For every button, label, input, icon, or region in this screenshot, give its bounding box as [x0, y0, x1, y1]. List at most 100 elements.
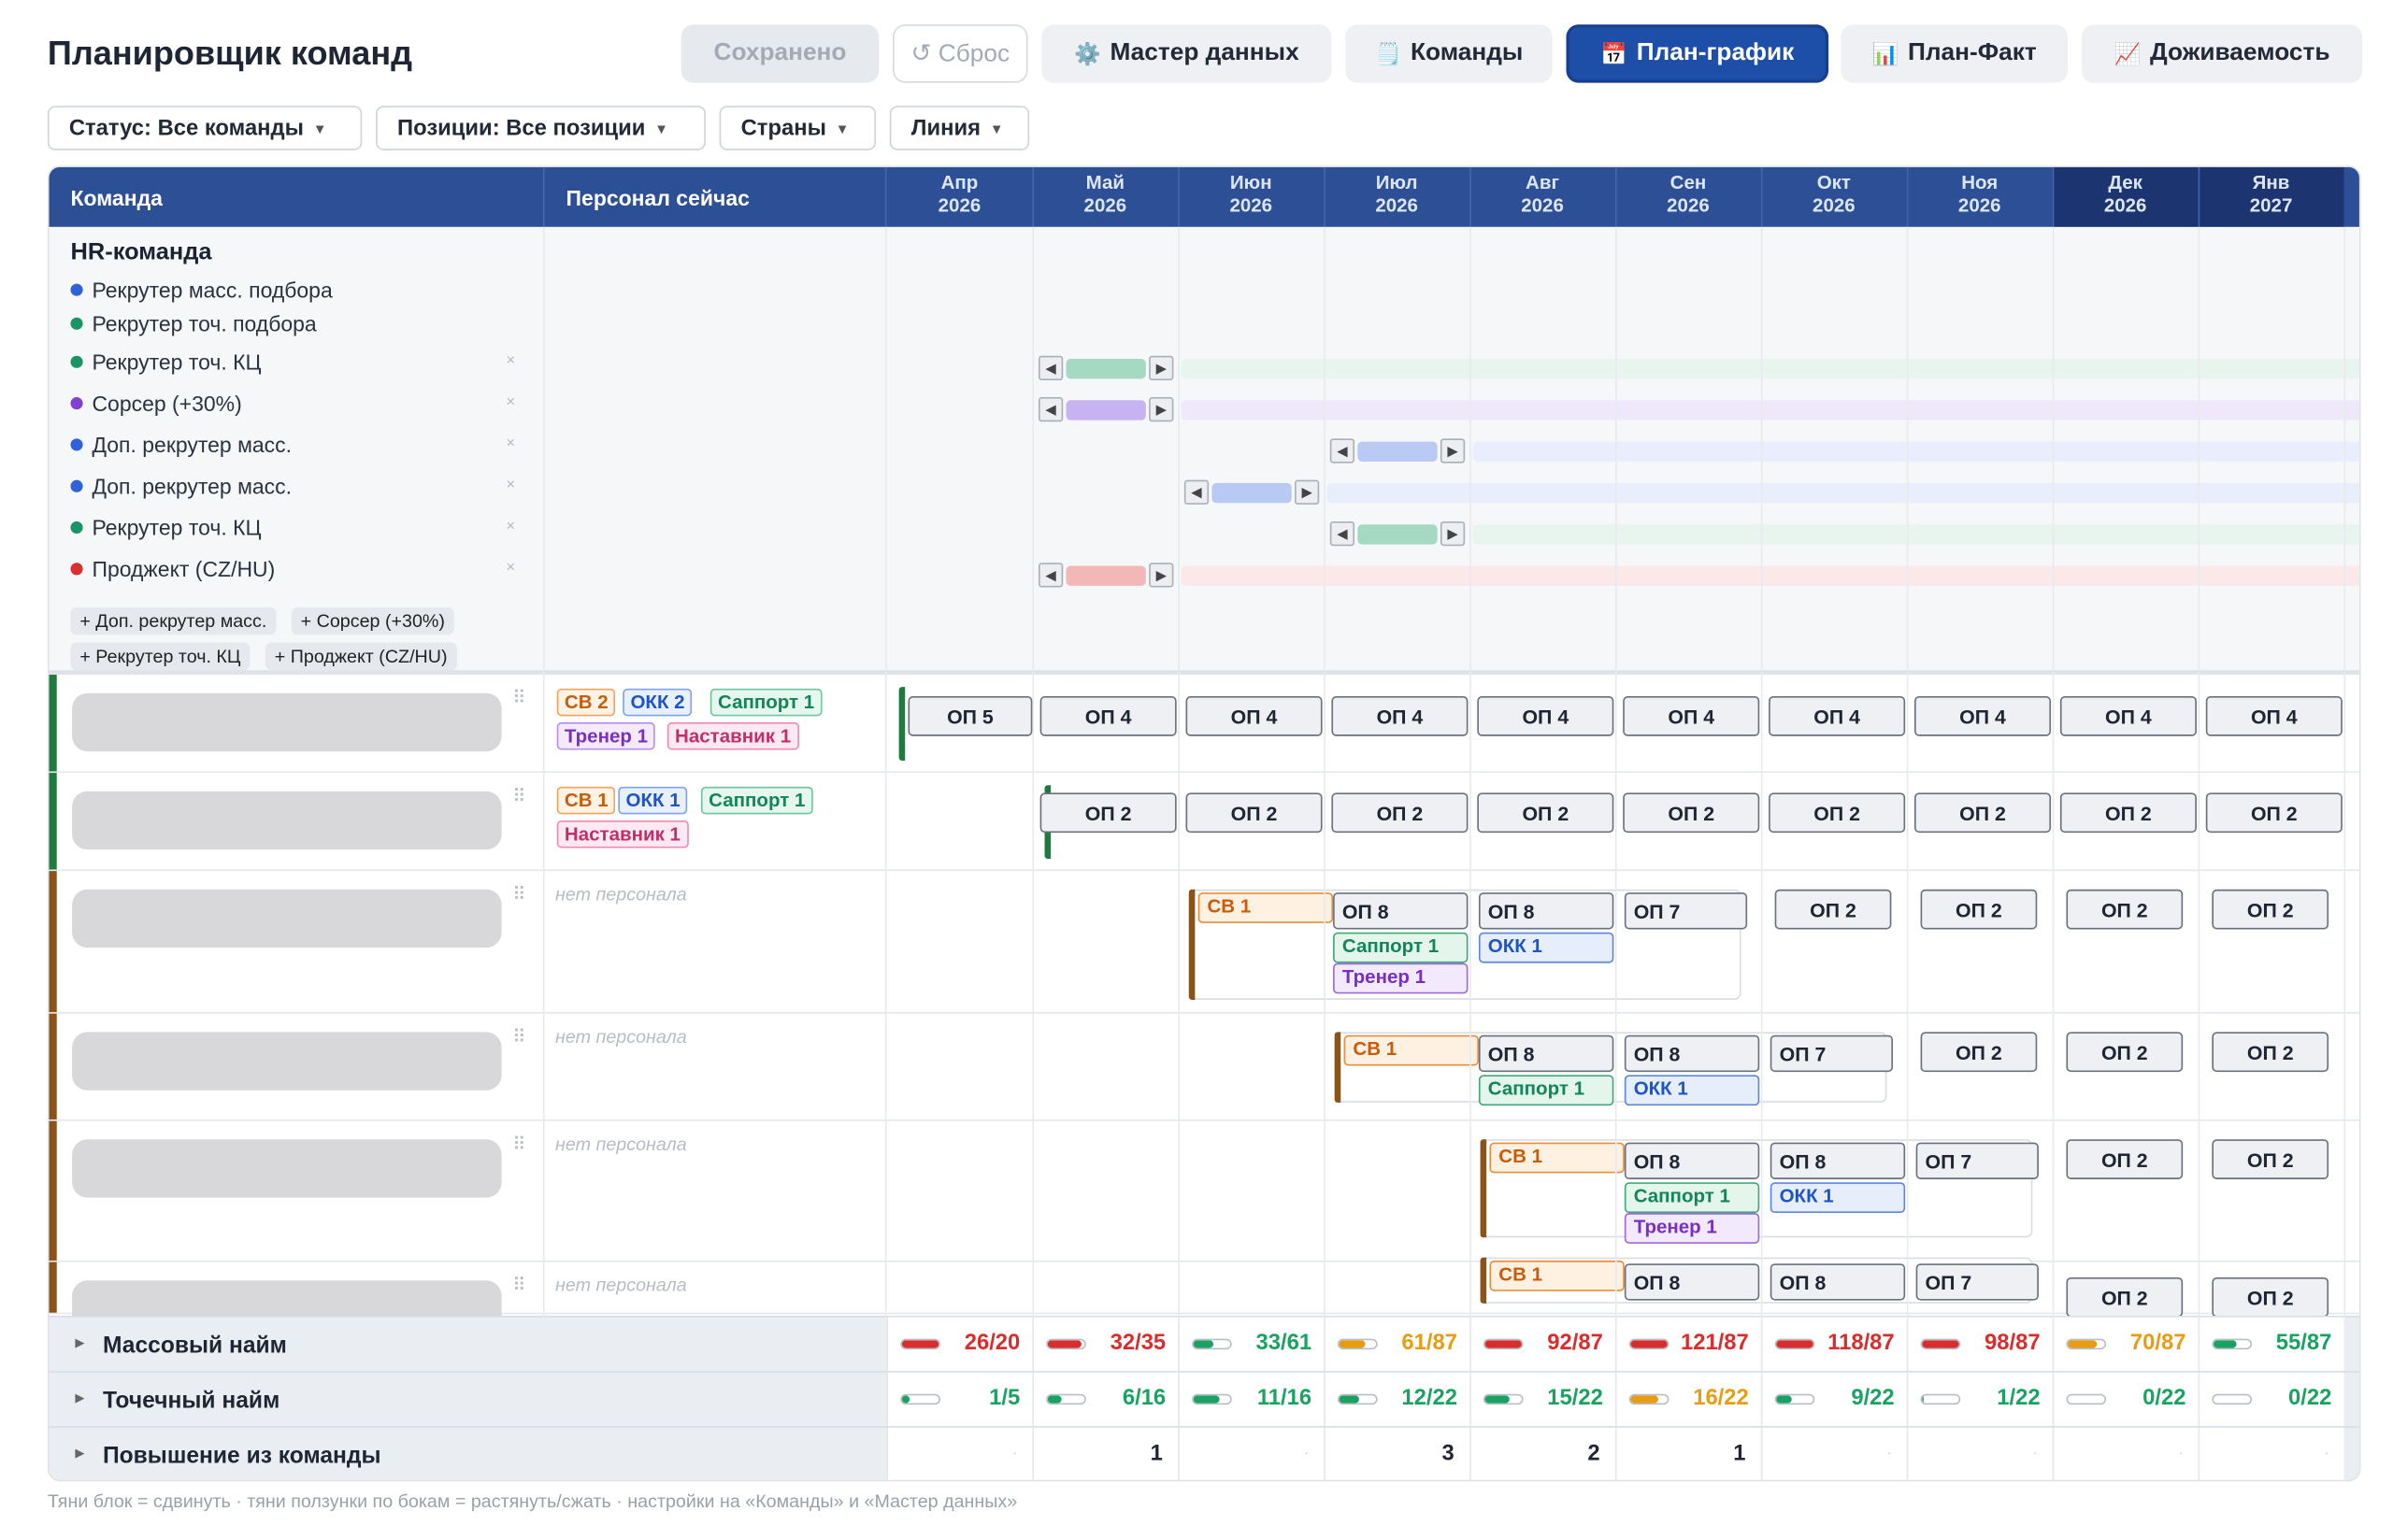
plan-cell[interactable]: ОП 5 [908, 696, 1033, 736]
plan-cell[interactable]: ОП 2 [1477, 792, 1614, 834]
ramp-plan-cell[interactable]: ОП 7 [1915, 1263, 2039, 1301]
team-name-placeholder[interactable] [72, 791, 502, 850]
teams-button[interactable]: 🗒️ Команды [1345, 24, 1553, 83]
expand-arrow-icon[interactable]: ▶ [75, 1335, 84, 1349]
plan-cell[interactable]: ОП 4 [2059, 696, 2197, 736]
plan-cell[interactable]: ОП 4 [1623, 696, 1760, 736]
ramp-role-cell[interactable]: ОКК 1 [1478, 932, 1614, 963]
right-resize-handle[interactable]: ▶ [1295, 479, 1320, 505]
ramp-plan-cell[interactable]: ОП 8 [1478, 1034, 1614, 1073]
ramp-role-cell[interactable]: СВ 1 [1489, 1260, 1625, 1291]
remove-icon[interactable]: × [507, 435, 516, 452]
remove-icon[interactable]: × [507, 352, 516, 369]
survival-button[interactable]: 📈 Доживаемость [2081, 24, 2363, 83]
ramp-role-cell[interactable]: Тренер 1 [1333, 962, 1469, 994]
add-position-chip[interactable]: + Проджект (CZ/HU) [265, 642, 457, 671]
right-resize-handle[interactable]: ▶ [1149, 355, 1174, 380]
drag-handle-icon[interactable]: ⠿ [512, 1134, 525, 1155]
plan-cell[interactable]: ОП 2 [2212, 1032, 2329, 1073]
team-name-placeholder[interactable] [72, 692, 502, 752]
plan-cell[interactable]: ОП 2 [2066, 1032, 2184, 1073]
plan-cell[interactable]: ОП 2 [1774, 889, 1892, 930]
plan-cell[interactable]: ОП 2 [1185, 792, 1323, 834]
add-position-chip[interactable]: + Доп. рекрутер масс. [70, 606, 277, 635]
plan-cell[interactable]: ОП 2 [2066, 1276, 2184, 1318]
ramp-plan-cell[interactable]: ОП 7 [1770, 1034, 1894, 1073]
plan-cell[interactable]: ОП 2 [1914, 792, 2052, 834]
left-resize-handle[interactable]: ◀ [1038, 355, 1064, 380]
left-resize-handle[interactable]: ◀ [1329, 438, 1355, 463]
ramp-role-cell[interactable]: Тренер 1 [1624, 1213, 1760, 1244]
ramp-role-cell[interactable]: СВ 1 [1197, 892, 1334, 923]
add-position-chip[interactable]: + Рекрутер точ. КЦ [70, 642, 251, 671]
plan-cell[interactable]: ОП 2 [2212, 1139, 2329, 1179]
plan-cell[interactable]: ОП 4 [1914, 696, 2052, 736]
positions-filter[interactable]: Позиции: Все позиции ▼ [376, 106, 706, 150]
position-bar[interactable] [1066, 400, 1146, 421]
plan-cell[interactable]: ОП 2 [1623, 792, 1760, 834]
expand-arrow-icon[interactable]: ▶ [75, 1390, 84, 1405]
right-resize-handle[interactable]: ▶ [1440, 438, 1466, 463]
plan-cell[interactable]: ОП 2 [1769, 792, 1906, 834]
expand-arrow-icon[interactable]: ▶ [75, 1446, 84, 1460]
team-name-placeholder[interactable] [72, 1032, 502, 1091]
status-filter[interactable]: Статус: Все команды ▼ [47, 106, 363, 150]
plan-fact-button[interactable]: 📊 План-Факт [1841, 24, 2069, 83]
summary-row[interactable]: ▶ Повышение из команды · 1 · 3 2 1 · · · · [49, 1426, 2359, 1480]
saved-button[interactable]: Сохранено [681, 24, 880, 83]
reset-button[interactable]: ↺ Сброс [893, 24, 1028, 83]
ramp-plan-cell[interactable]: ОП 8 [1770, 1263, 1906, 1301]
plan-cell[interactable]: ОП 2 [2059, 792, 2197, 834]
position-bar[interactable] [1211, 482, 1292, 504]
ramp-role-cell[interactable]: Саппорт 1 [1624, 1182, 1760, 1214]
plan-cell[interactable]: ОП 2 [2066, 1139, 2184, 1179]
plan-cell[interactable]: ОП 2 [2212, 1276, 2329, 1318]
ramp-role-cell[interactable]: Саппорт 1 [1333, 932, 1469, 963]
team-name-placeholder[interactable] [72, 1139, 502, 1198]
ramp-plan-cell[interactable]: ОП 8 [1624, 1263, 1760, 1301]
left-resize-handle[interactable]: ◀ [1329, 520, 1355, 547]
plan-cell[interactable]: ОП 4 [1477, 696, 1614, 736]
drag-handle-icon[interactable]: ⠿ [512, 785, 525, 806]
left-resize-handle[interactable]: ◀ [1038, 397, 1064, 422]
drag-handle-icon[interactable]: ⠿ [512, 687, 525, 708]
master-data-button[interactable]: ⚙️ Мастер данных [1041, 24, 1332, 83]
drag-handle-icon[interactable]: ⠿ [512, 1026, 525, 1048]
plan-cell[interactable]: ОП 4 [1331, 696, 1469, 736]
ramp-plan-cell[interactable]: ОП 8 [1333, 892, 1469, 930]
position-bar[interactable] [1357, 524, 1438, 545]
position-bar[interactable] [1066, 565, 1146, 586]
plan-cell[interactable]: ОП 2 [2212, 889, 2329, 930]
summary-row[interactable]: ▶ Точечный найм 1/5 6/16 11/16 12/22 15/22 16/2… [49, 1371, 2359, 1428]
plan-cell[interactable]: ОП 4 [1185, 696, 1323, 736]
ramp-plan-cell[interactable]: ОП 8 [1624, 1142, 1760, 1179]
plan-cell[interactable]: ОП 2 [1920, 1032, 2038, 1073]
plan-cell[interactable]: ОП 4 [1769, 696, 1906, 736]
right-resize-handle[interactable]: ▶ [1440, 520, 1466, 547]
remove-icon[interactable]: × [507, 477, 516, 493]
plan-cell[interactable]: ОП 2 [2205, 792, 2343, 834]
ramp-role-cell[interactable]: СВ 1 [1489, 1142, 1625, 1174]
left-resize-handle[interactable]: ◀ [1038, 563, 1064, 588]
right-resize-handle[interactable]: ▶ [1149, 563, 1174, 588]
line-filter[interactable]: Линия ▼ [889, 106, 1030, 150]
plan-cell[interactable]: ОП 2 [1331, 792, 1469, 834]
ramp-role-cell[interactable]: СВ 1 [1343, 1034, 1479, 1066]
left-resize-handle[interactable]: ◀ [1183, 479, 1210, 505]
remove-icon[interactable]: × [507, 394, 516, 411]
position-bar[interactable] [1357, 441, 1438, 462]
ramp-plan-cell[interactable]: ОП 8 [1624, 1034, 1760, 1073]
right-resize-handle[interactable]: ▶ [1149, 397, 1174, 422]
ramp-role-cell[interactable]: Саппорт 1 [1478, 1075, 1614, 1106]
plan-cell[interactable]: ОП 2 [1920, 889, 2038, 930]
position-bar[interactable] [1066, 359, 1146, 379]
ramp-plan-cell[interactable]: ОП 8 [1770, 1142, 1906, 1179]
plan-cell[interactable]: ОП 2 [2066, 889, 2184, 930]
plan-cell[interactable]: ОП 4 [2205, 696, 2343, 736]
plan-schedule-button[interactable]: 📅 План-график [1566, 24, 1829, 83]
countries-filter[interactable]: Страны ▼ [719, 106, 877, 150]
drag-handle-icon[interactable]: ⠿ [512, 883, 525, 905]
drag-handle-icon[interactable]: ⠿ [512, 1275, 525, 1296]
summary-row[interactable]: ▶ Массовый найм 26/20 32/35 33/61 61/87 92/87 1… [49, 1316, 2359, 1373]
ramp-plan-cell[interactable]: ОП 8 [1478, 892, 1614, 930]
